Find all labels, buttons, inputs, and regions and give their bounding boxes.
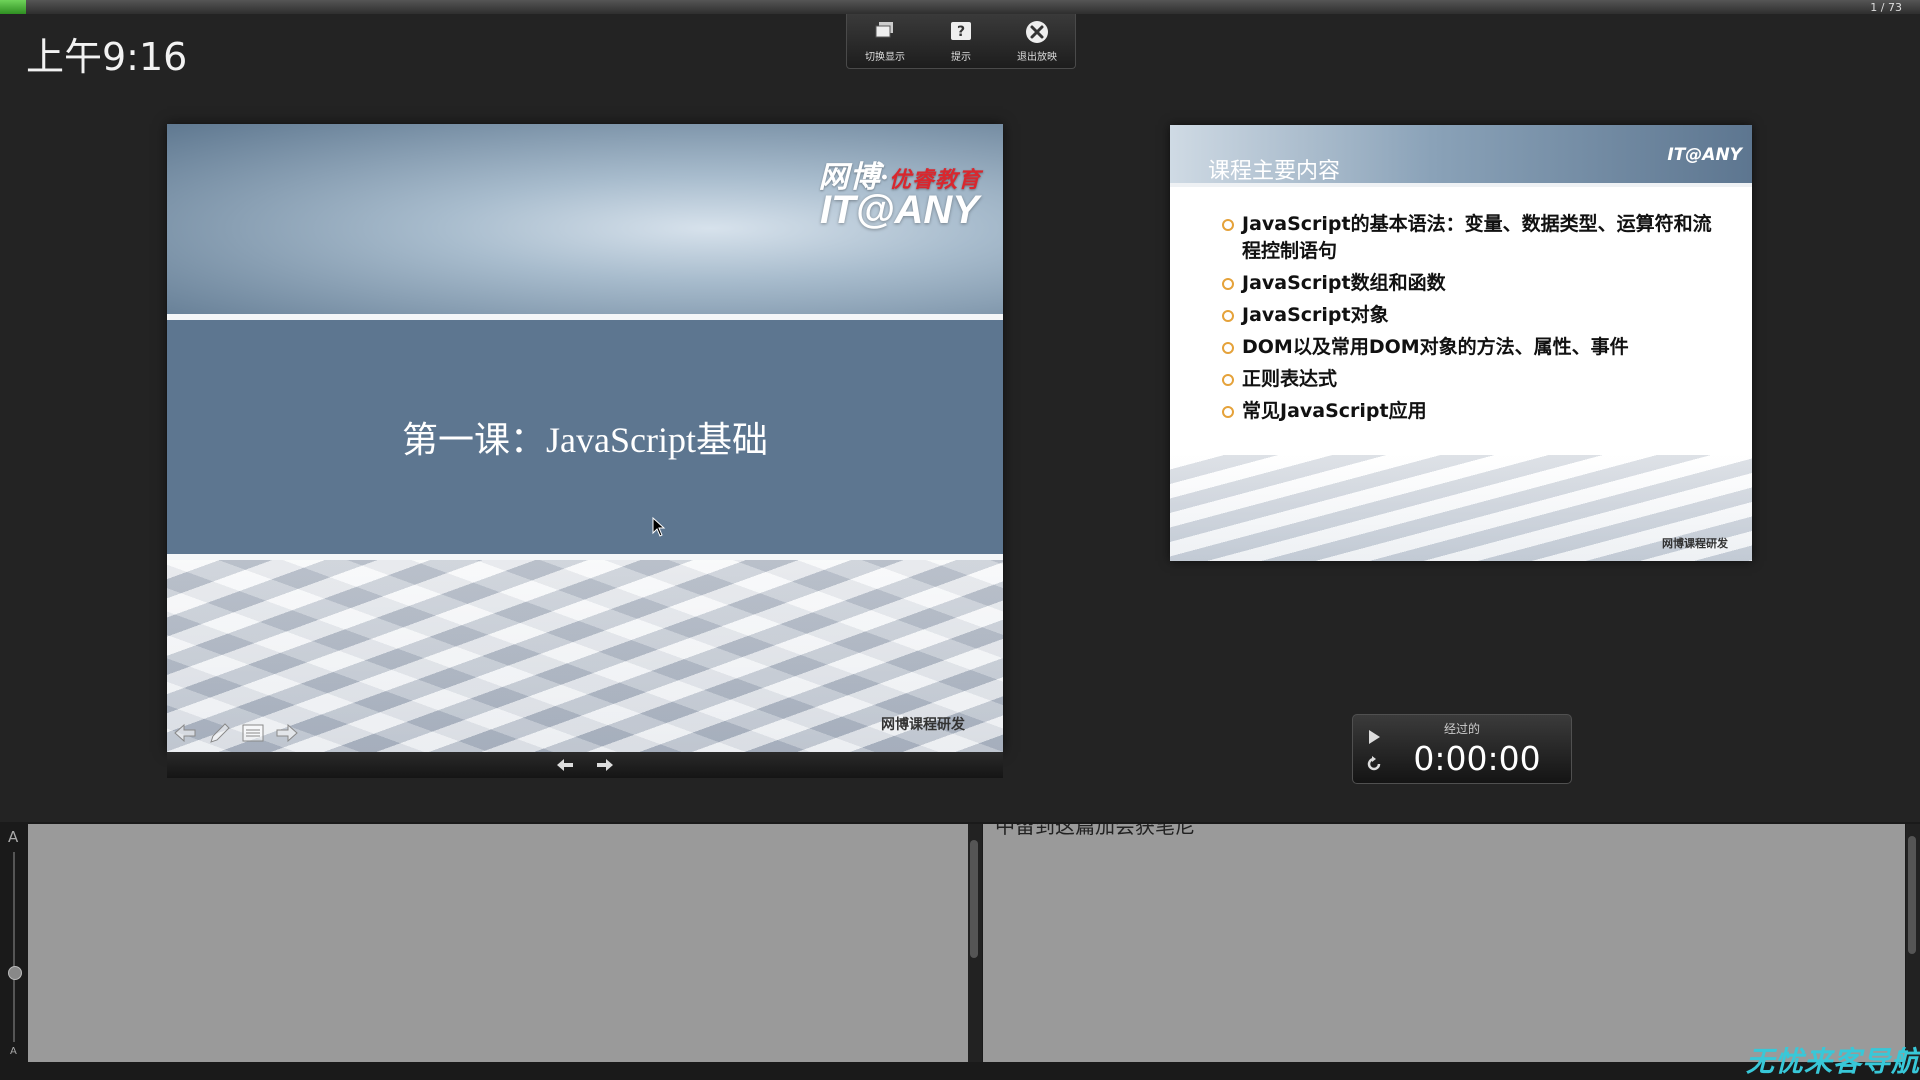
slide-nav-bar: [167, 752, 1003, 778]
notes-scroll-handle-right[interactable]: [1908, 836, 1916, 954]
presenter-toolbar: 切换显示 ? 提示 退出放映: [846, 14, 1076, 69]
bullet-icon: [1222, 374, 1234, 386]
exit-button[interactable]: 退出放映: [999, 14, 1075, 68]
menu-icon[interactable]: [241, 722, 265, 744]
timer-value: 0:00:00: [1413, 739, 1541, 778]
hint-label: 提示: [951, 52, 971, 63]
next-slide-logo: IT@ANY: [1667, 145, 1742, 165]
next-arrow-icon[interactable]: [275, 722, 299, 744]
bullet-icon: [1222, 342, 1234, 354]
previous-slide-icon[interactable]: [556, 758, 574, 772]
font-size-slider-handle[interactable]: [8, 966, 22, 980]
list-item: 常见JavaScript应用: [1222, 398, 1722, 425]
font-size-large-label: A: [8, 828, 19, 846]
list-item: JavaScript的基本语法：变量、数据类型、运算符和流程控制语句: [1222, 211, 1722, 265]
next-slide-title: 课程主要内容: [1208, 158, 1341, 183]
slide-logo-en: IT@ANY: [819, 188, 979, 232]
font-size-slider[interactable]: [13, 852, 15, 1042]
svg-text:?: ?: [957, 24, 965, 40]
bullet-icon: [1222, 219, 1234, 231]
next-slide-list: JavaScript的基本语法：变量、数据类型、运算符和流程控制语句 JavaS…: [1222, 211, 1722, 430]
switch-display-button[interactable]: 切换显示: [847, 14, 923, 68]
switch-display-label: 切换显示: [865, 52, 905, 63]
next-slide-preview[interactable]: 课程主要内容 IT@ANY JavaScript的基本语法：变量、数据类型、运算…: [1170, 125, 1752, 561]
hint-button[interactable]: ? 提示: [923, 14, 999, 68]
timer-label: 经过的: [1443, 722, 1480, 736]
clock: 上午9:16: [26, 35, 188, 79]
progress-track: [0, 0, 1920, 14]
bullet-icon: [1222, 310, 1234, 322]
bullet-icon: [1222, 406, 1234, 418]
mouse-cursor-icon: [652, 517, 666, 537]
switch-display-icon: [875, 22, 893, 38]
list-item: DOM以及常用DOM对象的方法、属性、事件: [1222, 334, 1722, 361]
notes-area-left[interactable]: [28, 824, 968, 1062]
slide-title: 第一课：JavaScript基础: [402, 420, 768, 460]
watermark: 无忧来客导航: [1745, 1045, 1920, 1078]
prev-arrow-icon[interactable]: [173, 722, 197, 744]
bullet-icon: [1222, 278, 1234, 290]
slide-footer: 网博课程研发: [881, 717, 965, 733]
next-slide-footer: 网博课程研发: [1662, 537, 1728, 550]
exit-icon: [1026, 21, 1048, 43]
slide-counter: 1 / 73: [1870, 1, 1902, 14]
list-item: JavaScript数组和函数: [1222, 270, 1722, 297]
pen-icon[interactable]: [207, 722, 231, 744]
exit-label: 退出放映: [1017, 52, 1057, 63]
next-slide-icon[interactable]: [596, 758, 614, 772]
notes-text: 中留到这篇加会获笔尼: [995, 824, 1195, 838]
hint-icon: ?: [951, 22, 971, 40]
elapsed-timer: 经过的 0:00:00: [1352, 714, 1572, 784]
progress-fill: [0, 0, 27, 14]
list-item: JavaScript对象: [1222, 302, 1722, 329]
notes-scroll-handle-left[interactable]: [970, 840, 978, 958]
font-size-small-label: A: [10, 1046, 17, 1057]
notes-area-right[interactable]: 中留到这篇加会获笔尼: [983, 824, 1905, 1062]
slide-controls: [173, 722, 299, 744]
list-item: 正则表达式: [1222, 366, 1722, 393]
current-slide[interactable]: 网博·优睿教育 IT@ANY 第一课：JavaScript基础 网博课程研发: [167, 124, 1003, 752]
